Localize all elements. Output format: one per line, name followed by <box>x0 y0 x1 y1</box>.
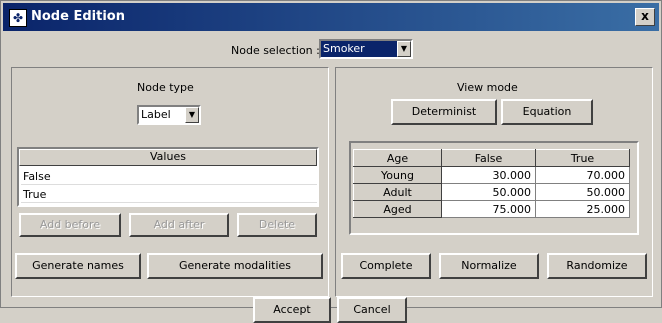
table-header: False <box>441 149 536 167</box>
randomize-button[interactable]: Randomize <box>547 253 647 279</box>
table-row: Young 30.000 70.000 <box>353 166 630 184</box>
add-after-button[interactable]: Add after <box>129 213 229 237</box>
list-item[interactable]: False <box>21 168 317 185</box>
accept-button[interactable]: Accept <box>253 297 331 323</box>
title-bar[interactable]: ✤ Node Edition x <box>3 3 659 31</box>
determinist-button[interactable]: Determinist <box>391 99 497 125</box>
view-mode-label: View mode <box>457 81 518 94</box>
generate-modalities-button[interactable]: Generate modalities <box>147 253 323 279</box>
complete-button[interactable]: Complete <box>341 253 431 279</box>
node-selection-value: Smoker <box>323 42 365 55</box>
table-cell[interactable]: 50.000 <box>441 183 536 201</box>
add-before-button[interactable]: Add before <box>19 213 121 237</box>
generate-names-button[interactable]: Generate names <box>15 253 141 279</box>
row-header: Young <box>353 166 442 184</box>
row-header: Aged <box>353 200 442 218</box>
table-cell[interactable]: 30.000 <box>441 166 536 184</box>
table-cell[interactable]: 50.000 <box>535 183 630 201</box>
app-icon: ✤ <box>9 9 27 27</box>
node-selection-label: Node selection : <box>231 44 320 57</box>
node-selection-combo[interactable]: Smoker ▼ <box>319 39 413 59</box>
chevron-down-icon[interactable]: ▼ <box>397 41 411 57</box>
node-type-value: Label <box>141 108 171 121</box>
table-cell[interactable]: 25.000 <box>535 200 630 218</box>
list-item[interactable]: True <box>21 186 317 203</box>
table-cell[interactable]: 75.000 <box>441 200 536 218</box>
node-type-combo[interactable]: Label ▼ <box>137 105 201 125</box>
cancel-button[interactable]: Cancel <box>337 297 407 323</box>
node-type-label: Node type <box>137 81 194 94</box>
equation-button[interactable]: Equation <box>501 99 593 125</box>
values-list[interactable]: Values False True <box>17 147 319 207</box>
delete-button[interactable]: Delete <box>237 213 317 237</box>
probability-table: Age False True Young 30.000 70.000 Adult… <box>353 149 630 218</box>
values-header: Values <box>19 149 317 166</box>
close-button[interactable]: x <box>635 8 655 26</box>
node-edition-window: ✤ Node Edition x Node selection : Smoker… <box>0 0 662 323</box>
add-before-label: Add before <box>39 218 101 231</box>
table-row: Aged 75.000 25.000 <box>353 200 630 218</box>
row-header: Adult <box>353 183 442 201</box>
table-row: Adult 50.000 50.000 <box>353 183 630 201</box>
table-header: Age <box>353 149 442 167</box>
chevron-down-icon[interactable]: ▼ <box>185 107 199 123</box>
normalize-button[interactable]: Normalize <box>439 253 539 279</box>
table-cell[interactable]: 70.000 <box>535 166 630 184</box>
window-title: Node Edition <box>31 9 125 24</box>
table-header: True <box>535 149 630 167</box>
